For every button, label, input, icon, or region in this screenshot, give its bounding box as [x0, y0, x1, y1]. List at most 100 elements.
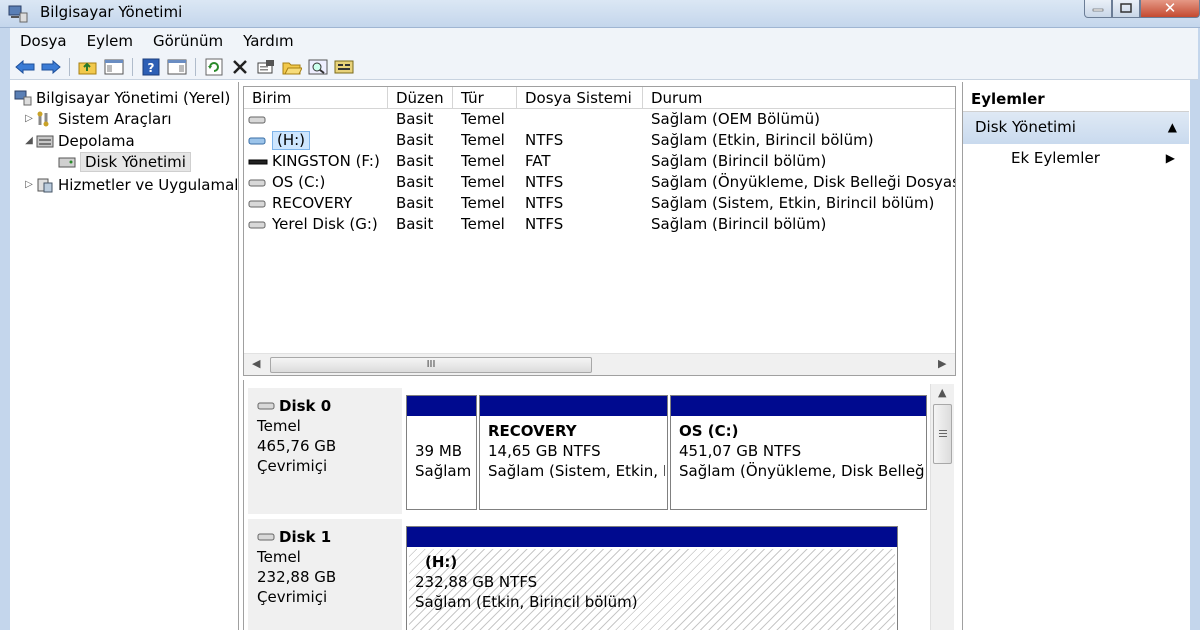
tree-item-system-tools[interactable]: ▷ Sistem Araçları [22, 108, 171, 129]
back-icon [15, 59, 35, 74]
partition-details: OS (C:) 451,07 GB NTFS Sağlam (Önyükleme… [671, 416, 926, 509]
disk-1-info[interactable]: Disk 1 Temel 232,88 GB Çevrimiçi [248, 519, 402, 630]
column-header-volume[interactable]: Birim [244, 87, 388, 109]
column-header-status[interactable]: Durum [643, 87, 955, 109]
table-row[interactable]: Basit Temel Sağlam (OEM Bölümü) [244, 109, 955, 130]
table-row[interactable]: OS (C:) Basit Temel NTFS Sağlam (Önyükle… [244, 172, 956, 193]
disk-name: Disk 0 [257, 396, 402, 416]
partition-bar [480, 396, 667, 416]
show-hide-tree-button[interactable] [103, 56, 125, 78]
vertical-scrollbar[interactable]: ▲ [930, 384, 954, 630]
file-system-cell: FAT [525, 152, 551, 170]
layout-cell: Basit [396, 194, 434, 212]
actions-section-disk-management[interactable]: Disk Yönetimi ▲ [963, 112, 1189, 144]
open-button[interactable] [281, 56, 303, 78]
disk-name-text: Disk 1 [279, 528, 332, 546]
table-row[interactable]: Yerel Disk (G:) Basit Temel NTFS Sağlam … [244, 214, 955, 235]
disk-name: Disk 1 [257, 527, 402, 547]
partition-os-c[interactable]: OS (C:) 451,07 GB NTFS Sağlam (Önyükleme… [670, 395, 927, 510]
title-bar: Bilgisayar Yönetimi ✕ [0, 0, 1200, 28]
volume-name-cell [248, 109, 388, 130]
close-icon: ✕ [1163, 0, 1177, 17]
layout-cell: Basit [396, 110, 434, 128]
column-header-file-system[interactable]: Dosya Sistemi [517, 87, 643, 109]
partition-h[interactable]: (H:) 232,88 GB NTFS Sağlam (Etkin, Birin… [406, 526, 898, 630]
expand-arrow-icon[interactable]: ▷ [22, 113, 36, 124]
expand-arrow-icon[interactable]: ▷ [22, 179, 36, 190]
scroll-left-icon[interactable]: ◀ [252, 357, 260, 370]
file-system-cell: NTFS [525, 131, 564, 149]
file-system-cell: NTFS [525, 194, 564, 212]
layout-cell: Basit [396, 131, 434, 149]
tree-item-computer-management[interactable]: Bilgisayar Yönetimi (Yerel) [14, 87, 230, 108]
minimize-button[interactable] [1084, 0, 1112, 18]
volume-name-cell: RECOVERY [248, 193, 388, 214]
refresh-button[interactable] [203, 56, 225, 78]
minimize-icon [1092, 8, 1104, 11]
window-frame-left [0, 28, 10, 630]
menu-help[interactable]: Yardım [233, 32, 304, 50]
partition-status: Sağlam (OEM Bölümü) [415, 462, 474, 480]
back-button[interactable] [14, 56, 36, 78]
forward-button[interactable] [40, 56, 62, 78]
properties-button[interactable] [255, 56, 277, 78]
horizontal-scrollbar[interactable]: ◀ III ▶ [244, 353, 955, 375]
column-header-layout[interactable]: Düzen [388, 87, 453, 109]
scrollbar-thumb[interactable] [933, 404, 952, 464]
collapse-arrow-icon[interactable]: ◢ [22, 135, 36, 146]
type-cell: Temel [461, 173, 505, 191]
partition-details: (H:) 232,88 GB NTFS Sağlam (Etkin, Birin… [407, 547, 897, 630]
type-cell: Temel [461, 194, 505, 212]
layout-cell: Basit [396, 215, 434, 233]
maximize-button[interactable] [1112, 0, 1140, 18]
collapse-up-icon[interactable]: ▲ [1168, 120, 1177, 134]
partition-size: 232,88 GB NTFS [415, 573, 538, 591]
properties-icon [257, 59, 274, 73]
volume-name-cell: OS (C:) [248, 172, 388, 193]
disk-0-info[interactable]: Disk 0 Temel 465,76 GB Çevrimiçi [248, 388, 402, 514]
up-button[interactable] [77, 56, 99, 78]
table-row[interactable]: (H:) Basit Temel NTFS Sağlam (Etkin, Bir… [244, 130, 955, 151]
scrollbar-thumb[interactable]: III [270, 357, 592, 373]
volume-name-cell: (H:) [248, 130, 388, 151]
action-more-actions[interactable]: Ek Eylemler ▶ [963, 144, 1189, 174]
toolbar-separator [132, 57, 133, 76]
maximize-icon [1120, 2, 1132, 13]
show-hide-action-icon [167, 59, 187, 74]
type-cell: Temel [461, 215, 505, 233]
disk-state: Çevrimiçi [257, 588, 328, 606]
partition-oem[interactable]: 39 MB Sağlam (OEM Bölümü) [406, 395, 477, 510]
partition-size: 39 MB [415, 442, 463, 460]
drive-icon [248, 116, 266, 123]
show-hide-action-button[interactable] [166, 56, 188, 78]
volume-name: KINGSTON (F:) [272, 152, 380, 170]
table-row[interactable]: RECOVERY Basit Temel NTFS Sağlam (Sistem… [244, 193, 955, 214]
scroll-up-icon[interactable]: ▲ [938, 386, 946, 399]
disk-icon [257, 533, 275, 541]
search-button[interactable] [307, 56, 329, 78]
volume-name-cell: Yerel Disk (G:) [248, 214, 388, 235]
scroll-right-icon[interactable]: ▶ [938, 357, 946, 370]
menu-file[interactable]: Dosya [10, 32, 77, 50]
partition-details: 39 MB Sağlam (OEM Bölümü) [407, 416, 476, 509]
close-button[interactable]: ✕ [1140, 0, 1200, 18]
table-row[interactable]: KINGSTON (F:) Basit Temel FAT Sağlam (Bi… [244, 151, 955, 172]
scrollbar-grip-icon [938, 430, 947, 437]
partition-bar [407, 527, 897, 547]
partition-recovery[interactable]: RECOVERY 14,65 GB NTFS Sağlam (Sistem, E… [479, 395, 668, 510]
menu-action[interactable]: Eylem [77, 32, 143, 50]
disk-settings-button[interactable] [333, 56, 355, 78]
status-cell: Sağlam (Önyükleme, Disk Belleği Dosyası) [651, 173, 956, 191]
tree-item-services[interactable]: ▷ Hizmetler ve Uygulamalar [22, 174, 238, 195]
tree-item-storage[interactable]: ◢ Depolama [22, 130, 135, 151]
menu-view[interactable]: Görünüm [143, 32, 233, 50]
actions-header: Eylemler [963, 82, 1189, 112]
window-controls: ✕ [1084, 0, 1200, 20]
disk-management-icon [58, 154, 76, 170]
tree-item-disk-management[interactable]: Disk Yönetimi [58, 151, 191, 172]
help-button[interactable]: ? [140, 56, 162, 78]
column-header-type[interactable]: Tür [453, 87, 517, 109]
delete-button[interactable] [229, 56, 251, 78]
toolbar-separator [69, 57, 70, 76]
computer-management-icon [8, 5, 28, 23]
